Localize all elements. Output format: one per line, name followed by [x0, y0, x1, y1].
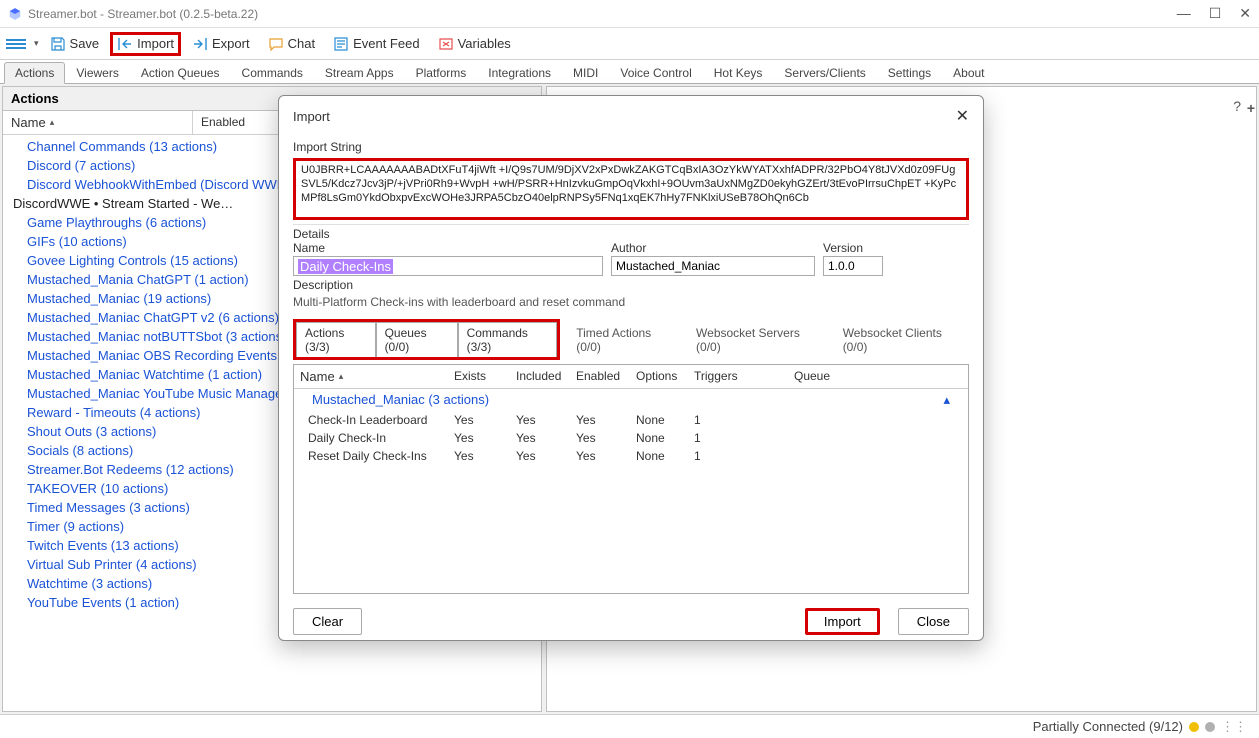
grid-col-name[interactable]: Name ▴ [294, 365, 448, 388]
version-label: Version [823, 241, 883, 255]
variables-icon [438, 36, 454, 52]
tab-platforms[interactable]: Platforms [405, 62, 478, 83]
author-input[interactable]: Mustached_Maniac [611, 256, 815, 276]
tab-hot-keys[interactable]: Hot Keys [703, 62, 774, 83]
import-button[interactable]: Import [110, 32, 181, 56]
col-name[interactable]: Name ▴ [3, 111, 193, 134]
app-icon [8, 7, 22, 21]
tab-timed[interactable]: Timed Actions (0/0) [568, 323, 680, 357]
tab-action-queues[interactable]: Action Queues [130, 62, 231, 83]
version-input[interactable]: 1.0.0 [823, 256, 883, 276]
add-button[interactable]: + [1247, 100, 1255, 116]
close-button[interactable]: ✕ [1239, 5, 1251, 22]
grid-col-enabled[interactable]: Enabled [570, 365, 630, 388]
import-string-input[interactable]: U0JBRR+LCAAAAAAABADtXFuT4jiWft +I/Q9s7UM… [293, 158, 969, 220]
status-text: Partially Connected (9/12) [1033, 719, 1183, 734]
tab-actions[interactable]: Actions [4, 62, 65, 84]
grid-col-included[interactable]: Included [510, 365, 570, 388]
event-feed-icon [333, 36, 349, 52]
menu-button[interactable] [6, 39, 26, 49]
grid-col-exists[interactable]: Exists [448, 365, 510, 388]
details-label: Details [293, 227, 969, 241]
statusbar: Partially Connected (9/12) ⋮⋮ [0, 714, 1259, 738]
grid-col-options[interactable]: Options [630, 365, 688, 388]
import-dialog: Import ✕ Import String U0JBRR+LCAAAAAAAB… [278, 95, 984, 641]
grid-col-triggers[interactable]: Triggers [688, 365, 788, 388]
tab-viewers[interactable]: Viewers [65, 62, 129, 83]
tab-voice-control[interactable]: Voice Control [609, 62, 702, 83]
tab-actions[interactable]: Actions (3/3) [296, 322, 376, 357]
sort-icon: ▴ [50, 117, 55, 128]
titlebar: Streamer.bot - Streamer.bot (0.2.5-beta.… [0, 0, 1259, 28]
toolbar: ▾ Save Import Export Chat Event Feed Var… [0, 28, 1259, 60]
minimize-button[interactable]: — [1177, 5, 1191, 22]
import-string-label: Import String [293, 140, 969, 154]
grid-col-queue[interactable]: Queue [788, 365, 968, 388]
sub-tabs-highlighted: Actions (3/3) Queues (0/0) Commands (3/3… [293, 319, 560, 360]
menu-dropdown-icon[interactable]: ▾ [34, 38, 39, 49]
chat-icon [268, 36, 284, 52]
chat-button[interactable]: Chat [261, 32, 322, 56]
status-dot-idle [1205, 722, 1215, 732]
dialog-titlebar: Import ✕ [279, 96, 983, 136]
tab-settings[interactable]: Settings [877, 62, 942, 83]
tab-about[interactable]: About [942, 62, 995, 83]
dialog-title: Import [293, 109, 330, 124]
main-tabs: ActionsViewersAction QueuesCommandsStrea… [0, 60, 1259, 84]
collapse-icon: ▴ [943, 392, 950, 408]
grid-row[interactable]: Check-In LeaderboardYesYesYesNone1 [294, 411, 968, 429]
window-title: Streamer.bot - Streamer.bot (0.2.5-beta.… [28, 7, 1177, 21]
import-confirm-button[interactable]: Import [805, 608, 880, 635]
description-value: Multi-Platform Check-ins with leaderboar… [293, 293, 963, 311]
import-grid: Name ▴ Exists Included Enabled Options T… [293, 364, 969, 594]
export-icon [192, 36, 208, 52]
status-dot-warning [1189, 722, 1199, 732]
tab-integrations[interactable]: Integrations [477, 62, 562, 83]
save-icon [50, 36, 66, 52]
tab-stream-apps[interactable]: Stream Apps [314, 62, 405, 83]
tab-commands[interactable]: Commands [231, 62, 314, 83]
grid-row[interactable]: Daily Check-InYesYesYesNone1 [294, 429, 968, 447]
tab-servers-clients[interactable]: Servers/Clients [773, 62, 876, 83]
description-label: Description [293, 278, 969, 292]
dialog-close-button[interactable]: ✕ [956, 106, 969, 126]
name-label: Name [293, 241, 603, 255]
close-dialog-button[interactable]: Close [898, 608, 969, 635]
variables-button[interactable]: Variables [431, 32, 518, 56]
author-label: Author [611, 241, 815, 255]
sort-icon: ▴ [339, 371, 344, 382]
export-button[interactable]: Export [185, 32, 257, 56]
event-feed-button[interactable]: Event Feed [326, 32, 427, 56]
tab-commands[interactable]: Commands (3/3) [458, 322, 558, 357]
maximize-button[interactable]: ☐ [1209, 5, 1222, 22]
grid-group[interactable]: Mustached_Maniac (3 actions)▴ [294, 389, 968, 411]
tab-queues[interactable]: Queues (0/0) [376, 322, 458, 357]
clear-button[interactable]: Clear [293, 608, 362, 635]
import-icon [117, 36, 133, 52]
tab-ws-servers[interactable]: Websocket Servers (0/0) [688, 323, 827, 357]
tab-ws-clients[interactable]: Websocket Clients (0/0) [835, 323, 969, 357]
status-grip: ⋮⋮ [1221, 719, 1247, 735]
tab-midi[interactable]: MIDI [562, 62, 609, 83]
grid-row[interactable]: Reset Daily Check-InsYesYesYesNone1 [294, 447, 968, 465]
name-input[interactable]: Daily Check-Ins [293, 256, 603, 276]
save-button[interactable]: Save [43, 32, 107, 56]
help-button[interactable]: ? [1233, 98, 1241, 114]
